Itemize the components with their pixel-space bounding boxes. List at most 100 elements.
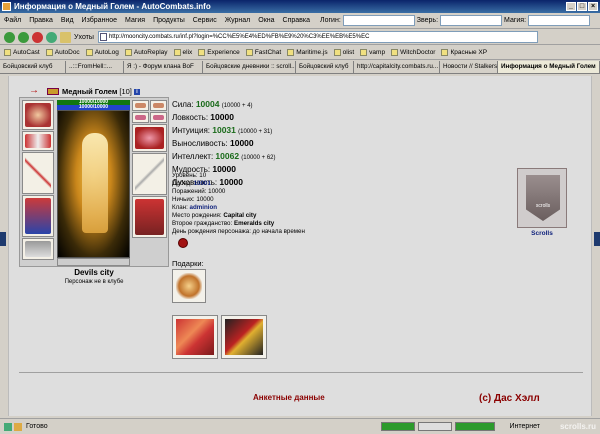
minimize-icon[interactable]: _ xyxy=(566,2,576,11)
bracer-slot[interactable] xyxy=(22,131,54,151)
stop-icon[interactable] xyxy=(32,31,43,43)
bookmark-maritime[interactable]: Maritime.js xyxy=(287,49,328,56)
bookmark-vamp[interactable]: vamp xyxy=(360,49,385,56)
beast-input[interactable] xyxy=(440,15,503,26)
menu-windows[interactable]: Окна xyxy=(258,17,274,24)
bookmark-autodoc[interactable]: AutoDoc xyxy=(45,49,80,56)
settings-icon[interactable] xyxy=(14,422,22,431)
character-details: Уровень: 10 Побед: 10001 Поражений: 1000… xyxy=(172,172,422,236)
page-content: → Медный Голем [10] i 10000/10000 10000/… xyxy=(8,76,592,416)
clan-link[interactable]: adminion xyxy=(190,204,218,211)
bookmark-icon xyxy=(441,49,449,56)
alignment-icon xyxy=(47,88,59,95)
address-text: http://mooncity.combats.ru/inf.pl?login=… xyxy=(108,34,370,40)
sidebar-right-toggle-icon[interactable] xyxy=(594,232,600,246)
ring-slot-1[interactable] xyxy=(132,100,149,111)
tab-bar: Бойцовский клуб ..:::FromHell::... Я :) … xyxy=(0,61,600,74)
stat-intuition: Интуиция: 10031 (10000 + 31) xyxy=(172,125,273,135)
tools-button[interactable]: Уxоты xyxy=(74,34,94,41)
character-level: [10] xyxy=(119,87,132,96)
bookmark-icon xyxy=(391,49,399,56)
ring-slot-2[interactable] xyxy=(150,100,167,111)
tab-diaries[interactable]: Бойцовские дневники :: scroll... xyxy=(203,61,296,73)
stat-agility: Ловкость: 10000 xyxy=(172,112,234,122)
tab-stalkers[interactable]: Новости // Stalkers xyxy=(440,61,498,73)
gift-box[interactable] xyxy=(172,315,218,359)
tab-info-golem[interactable]: Информация о Медный Голем xyxy=(498,61,600,73)
menu-products[interactable]: Продукты xyxy=(153,17,185,24)
bookmark-fastchat[interactable]: FastChat xyxy=(245,49,281,56)
watermark: scrolls.ru xyxy=(559,422,596,431)
menu-magic[interactable]: Магия xyxy=(125,17,145,24)
tab-fight-club-1[interactable]: Бойцовский клуб xyxy=(0,61,66,73)
boots-slot[interactable] xyxy=(132,196,167,238)
character-city: Devils city xyxy=(74,268,114,277)
rune-icon[interactable] xyxy=(178,238,188,248)
character-name: Медный Голем xyxy=(62,87,118,96)
home-icon[interactable] xyxy=(60,31,71,43)
bookmark-icon xyxy=(287,49,295,56)
progress-segment-1 xyxy=(381,422,416,431)
close-icon[interactable]: × xyxy=(588,2,598,11)
bookmark-elix[interactable]: elix xyxy=(173,49,192,56)
menu-edit[interactable]: Правка xyxy=(29,17,53,24)
bookmark-icon xyxy=(198,49,206,56)
tab-fight-club-2[interactable]: Бойцовский клуб xyxy=(296,61,354,73)
magic-label: Магия: xyxy=(504,17,527,24)
bookmark-autoreplay[interactable]: AutoReplay xyxy=(124,49,168,56)
gifts-label: Подарки: xyxy=(172,259,204,268)
cloak-slot[interactable] xyxy=(22,195,54,237)
ring-slot-4[interactable] xyxy=(150,112,167,123)
magic-input[interactable] xyxy=(528,15,591,26)
bookmark-icon xyxy=(333,49,341,56)
menu-journal[interactable]: Журнал xyxy=(225,17,251,24)
menu-help[interactable]: Справка xyxy=(283,17,310,24)
login-input[interactable] xyxy=(342,15,415,26)
bookmark-autocast[interactable]: AutoCast xyxy=(4,49,40,56)
back-arrow-icon[interactable]: → xyxy=(29,85,39,96)
refresh-icon[interactable] xyxy=(46,31,57,43)
bookmark-icon xyxy=(173,49,181,56)
back-icon[interactable] xyxy=(4,31,15,43)
menu-bar: Файл Правка Вид Избранное Магия Продукты… xyxy=(0,13,600,29)
forward-icon[interactable] xyxy=(18,31,29,43)
tab-fromhell[interactable]: ..:::FromHell::... xyxy=(66,61,124,73)
bookmark-icon xyxy=(245,49,253,56)
app-icon xyxy=(2,2,11,11)
gift-golem[interactable] xyxy=(172,269,206,303)
menu-view[interactable]: Вид xyxy=(61,17,74,24)
progress-segment-3 xyxy=(455,422,496,431)
bookmark-witchdoctor[interactable]: WitchDoctor xyxy=(391,49,435,56)
bookmark-autolog[interactable]: AutoLog xyxy=(85,49,119,56)
scrolls-link[interactable]: Scrolls xyxy=(517,230,567,237)
status-text: Готово xyxy=(26,423,48,430)
bookmark-experience[interactable]: Experience xyxy=(198,49,240,56)
belt-slot[interactable] xyxy=(22,238,54,260)
detail-birthday: День рождения персонажа: до начала време… xyxy=(172,228,305,235)
window-title: Информация о Медный Голем - AutoCombats.… xyxy=(14,2,211,11)
divider xyxy=(19,372,583,373)
gloves-slot[interactable] xyxy=(132,124,167,152)
tab-bof-forum[interactable]: Я :) - Форум клана BoF xyxy=(124,61,203,73)
bookmark-red-xp[interactable]: Красные XP xyxy=(441,49,487,56)
shield-slot[interactable] xyxy=(132,153,167,195)
clan-status: Персонаж не в клубе xyxy=(64,279,124,285)
tab-capitalcity[interactable]: http://capitalcity.combats.ru... xyxy=(354,61,440,73)
weapon-slot[interactable] xyxy=(22,152,54,194)
menu-file[interactable]: Файл xyxy=(4,17,21,24)
detail-clan: Клан: adminion xyxy=(172,204,218,211)
login-label: Логин: xyxy=(320,17,341,24)
scrolls-shield-icon xyxy=(526,175,560,221)
info-icon[interactable]: i xyxy=(133,88,140,95)
helmet-slot[interactable] xyxy=(22,100,54,130)
menu-favorites[interactable]: Избранное xyxy=(82,17,117,24)
maximize-icon[interactable]: □ xyxy=(577,2,587,11)
sidebar-left-toggle-icon[interactable] xyxy=(0,232,6,246)
gift-bag[interactable] xyxy=(221,315,267,359)
profile-data-link[interactable]: Анкетные данные xyxy=(253,393,325,402)
scrolls-emblem[interactable]: scrolls xyxy=(517,168,567,228)
bookmark-olist[interactable]: olist xyxy=(333,49,354,56)
ring-slot-3[interactable] xyxy=(132,112,149,123)
address-input[interactable]: http://mooncity.combats.ru/inf.pl?login=… xyxy=(97,31,538,43)
menu-service[interactable]: Сервис xyxy=(193,17,217,24)
